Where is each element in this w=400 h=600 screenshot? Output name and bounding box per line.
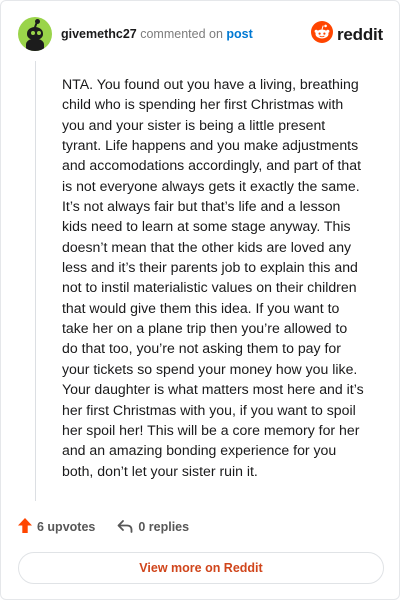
upvote-count: 6 upvotes [37,520,96,534]
upvote-arrow-icon [18,518,32,536]
action-text: commented on [140,27,223,41]
reply-arrow-icon [117,519,133,536]
reddit-brand[interactable]: reddit [310,21,383,48]
reply-button[interactable]: 0 replies [117,519,189,536]
reddit-wordmark: reddit [336,24,383,44]
reply-count: 0 replies [138,520,190,534]
thread-line[interactable] [35,61,36,501]
embedded-comment-card: givemethc27 commented on post reddit NTA… [0,0,400,600]
snoo-avatar-icon[interactable] [18,17,52,51]
comment-header: givemethc27 commented on post reddit [18,17,383,51]
comment-body: NTA. You found out you have a living, br… [62,76,364,479]
username-link[interactable]: givemethc27 [61,27,137,41]
view-more-button[interactable]: View more on Reddit [18,552,384,584]
reddit-logo-icon [310,21,333,48]
post-link[interactable]: post [226,27,252,41]
comment-footer: 6 upvotes 0 replies [18,517,189,537]
comment-meta: givemethc27 commented on post [61,27,253,41]
upvote-button[interactable]: 6 upvotes [18,518,95,536]
